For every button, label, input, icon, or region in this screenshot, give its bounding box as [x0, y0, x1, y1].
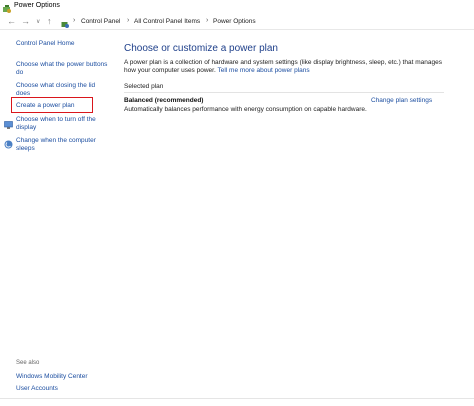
- page-description: A power plan is a collection of hardware…: [124, 59, 454, 75]
- sidebar-control-panel-home[interactable]: Control Panel Home: [16, 40, 75, 47]
- page-title: Choose or customize a power plan: [124, 43, 278, 54]
- sidebar-item-label[interactable]: Choose what closing the lid does: [16, 82, 108, 98]
- sidebar-item-power-buttons[interactable]: Choose what the power buttons do: [16, 61, 108, 77]
- display-settings-icon: [4, 116, 13, 134]
- sidebar-item-label[interactable]: Choose when to turn off the display: [16, 116, 108, 132]
- selected-plan-heading: Selected plan: [124, 83, 164, 90]
- sleep-settings-icon: [4, 136, 13, 154]
- breadcrumb-separator: ›: [206, 17, 209, 24]
- see-also-mobility-center[interactable]: Windows Mobility Center: [16, 373, 108, 381]
- see-also-heading: See also: [16, 360, 40, 366]
- sidebar-item-label[interactable]: Choose what the power buttons do: [16, 61, 108, 77]
- up-arrow-icon[interactable]: ↑: [47, 16, 52, 26]
- recent-pages-chevron-icon[interactable]: ∨: [36, 17, 40, 27]
- forward-arrow-icon[interactable]: →: [21, 16, 30, 26]
- control-panel-icon: [61, 16, 70, 34]
- breadcrumb-control-panel[interactable]: Control Panel: [81, 18, 120, 25]
- see-also-link[interactable]: User Accounts: [16, 385, 108, 393]
- breadcrumb-separator: ›: [127, 17, 130, 24]
- back-arrow-icon[interactable]: ←: [7, 16, 16, 26]
- window-title: Power Options: [14, 2, 60, 9]
- sidebar-item-closing-lid[interactable]: Choose what closing the lid does: [16, 82, 108, 98]
- title-bar: Power Options: [0, 0, 474, 14]
- see-also-user-accounts[interactable]: User Accounts: [16, 385, 108, 393]
- plan-name: Balanced (recommended): [124, 97, 204, 104]
- sidebar-item-turn-off-display[interactable]: Choose when to turn off the display: [16, 116, 108, 132]
- change-plan-settings-link[interactable]: Change plan settings: [371, 97, 432, 104]
- breadcrumb-separator: ›: [73, 17, 76, 24]
- sidebar-item-label[interactable]: Change when the computer sleeps: [16, 137, 108, 153]
- breadcrumb-all-items[interactable]: All Control Panel Items: [134, 18, 200, 25]
- plan-description: Automatically balances performance with …: [124, 106, 367, 113]
- sidebar-item-computer-sleeps[interactable]: Change when the computer sleeps: [16, 137, 108, 153]
- sidebar-item-create-power-plan[interactable]: Create a power plan: [16, 102, 108, 110]
- sidebar-item-label[interactable]: Create a power plan: [16, 102, 108, 110]
- breadcrumb-power-options[interactable]: Power Options: [213, 18, 256, 25]
- group-divider: [124, 92, 444, 93]
- address-bar: ← → ∨ ↑ › Control Panel › All Control Pa…: [0, 14, 474, 30]
- tell-me-more-link[interactable]: Tell me more about power plans: [217, 67, 309, 74]
- see-also-link[interactable]: Windows Mobility Center: [16, 373, 108, 381]
